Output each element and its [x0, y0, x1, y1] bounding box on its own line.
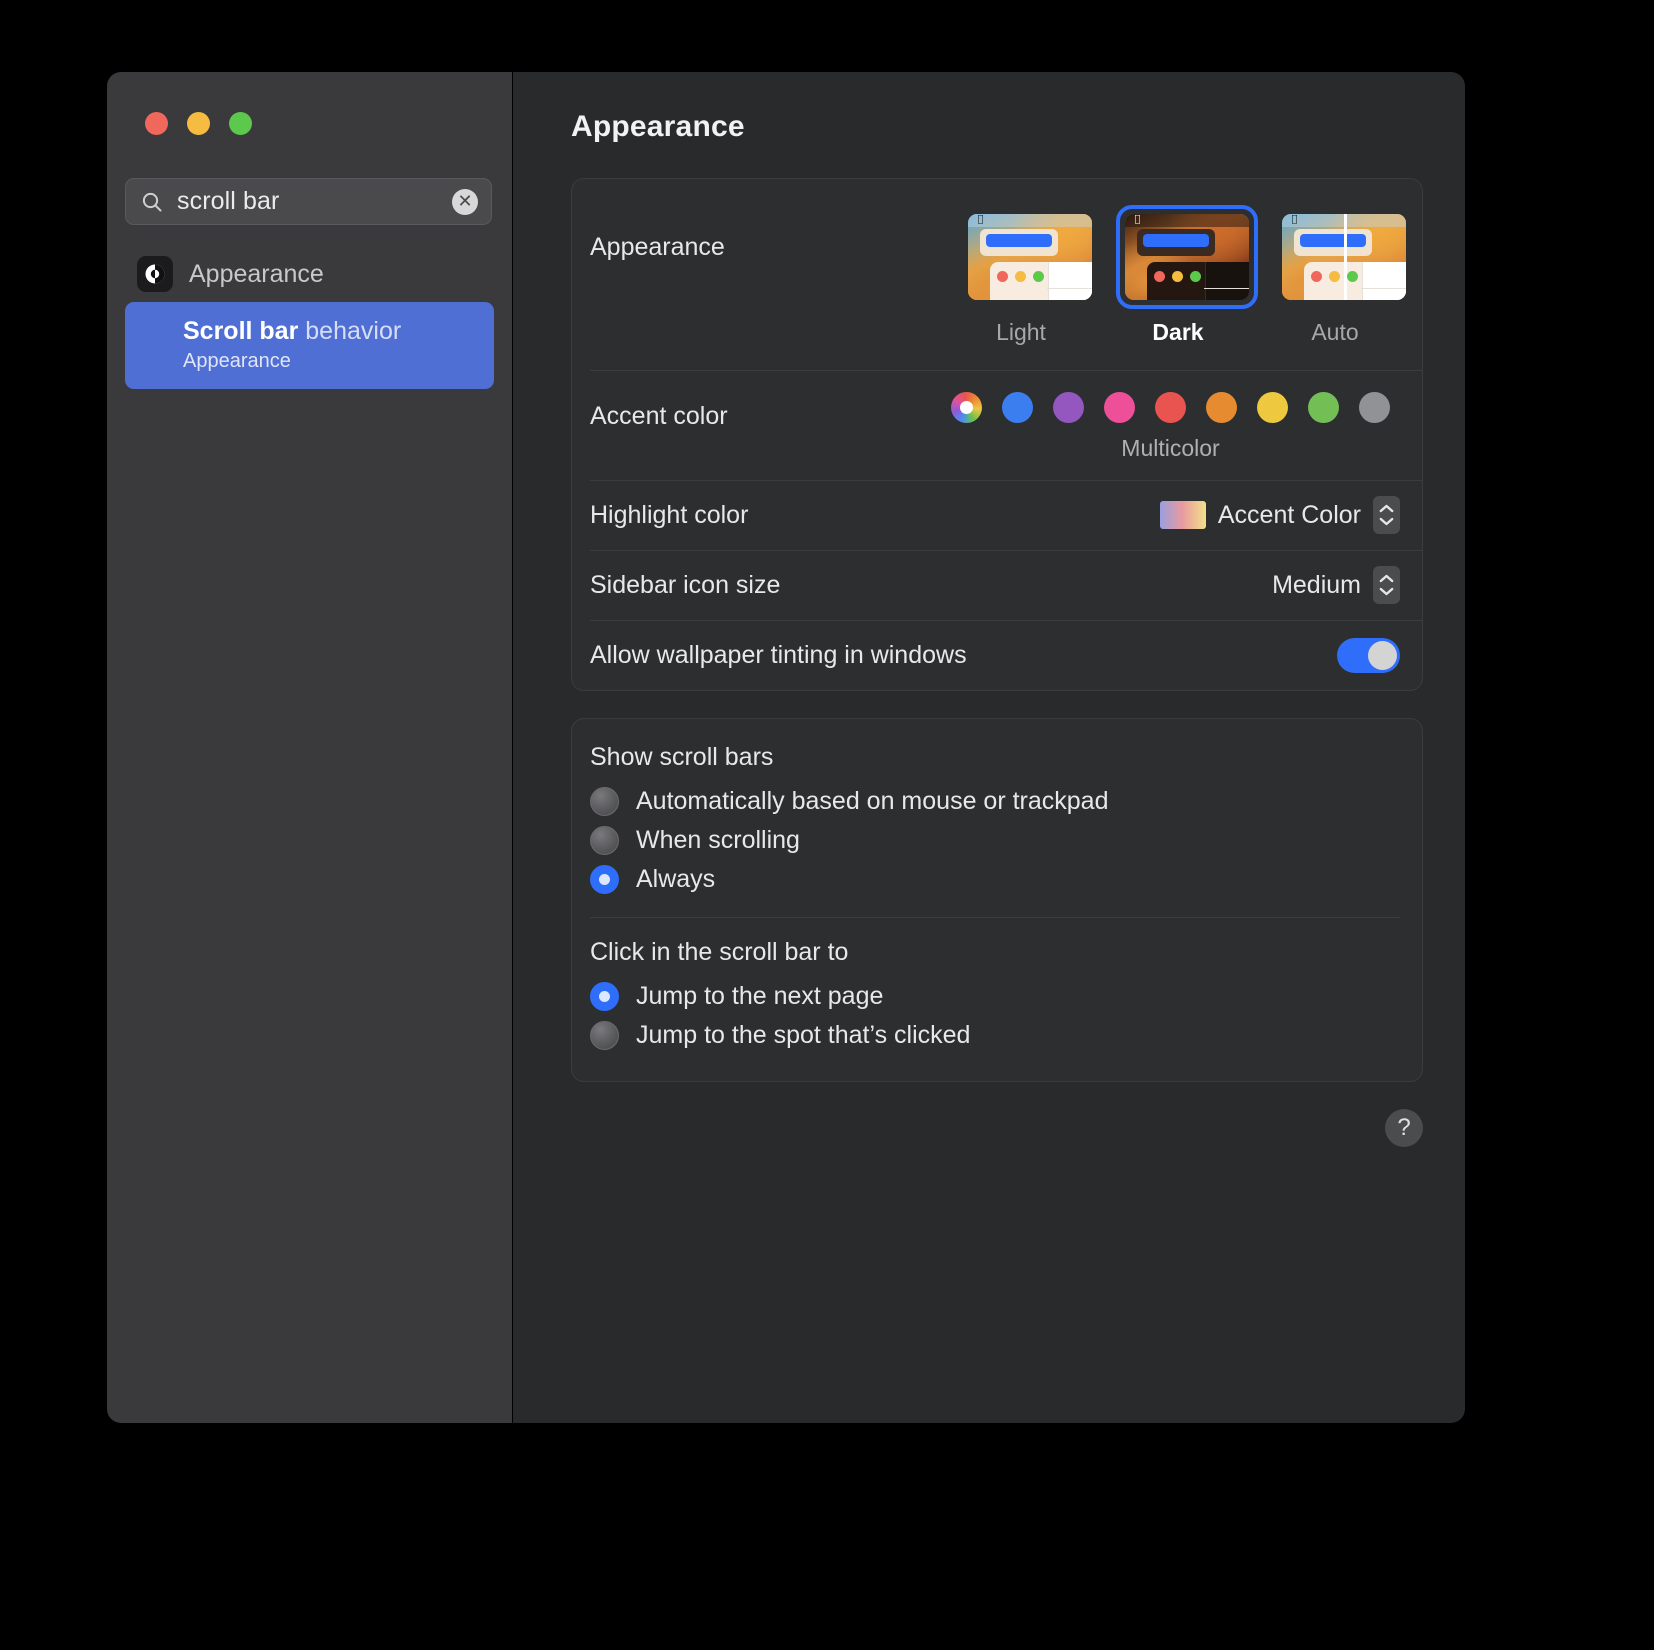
highlight-color-label: Highlight color	[590, 500, 749, 529]
result-item-title: Scroll bar behavior	[183, 316, 494, 347]
result-item-subtitle: Appearance	[183, 349, 291, 372]
accent-color-row: Accent color Multicolor	[572, 370, 1422, 480]
radio-row-jump-spot-clicked[interactable]: Jump to the spot that’s clicked	[590, 1016, 1400, 1055]
appearance-app-icon	[137, 256, 173, 292]
theme-thumb-auto:  	[1282, 214, 1406, 300]
highlight-color-stepper[interactable]	[1373, 496, 1400, 534]
content-pane: Appearance Appearance 	[513, 72, 1465, 1423]
chevron-down-icon	[1379, 587, 1394, 596]
appearance-theme-label: Appearance	[590, 233, 725, 261]
accent-swatch-red[interactable]	[1155, 392, 1186, 423]
theme-thumb-light-frame: 	[959, 205, 1101, 309]
accent-swatch-green[interactable]	[1308, 392, 1339, 423]
search-input[interactable]: scroll bar	[177, 189, 452, 214]
highlight-color-value: Accent Color	[1217, 500, 1361, 529]
radio-label-jump-spot-clicked: Jump to the spot that’s clicked	[636, 1021, 971, 1049]
search-field[interactable]: scroll bar ✕	[125, 178, 492, 225]
settings-window: scroll bar ✕ Appearance Scroll bar behav…	[107, 72, 1465, 1423]
radio-always[interactable]	[590, 865, 619, 894]
theme-option-dark[interactable]:  Dark	[1116, 205, 1258, 346]
sidebar-item-scroll-bar-behavior[interactable]: Scroll bar behavior Appearance	[125, 302, 494, 389]
theme-thumb-dark-frame: 	[1116, 205, 1258, 309]
accent-swatch-multicolor[interactable]	[951, 392, 982, 423]
result-item-title-match: Scroll bar	[183, 317, 299, 345]
radio-label-jump-next-page: Jump to the next page	[636, 982, 884, 1010]
radio-jump-spot-clicked[interactable]	[590, 1021, 619, 1050]
sidebar-icon-size-row: Sidebar icon size Medium	[572, 550, 1422, 620]
click-scroll-bar-title: Click in the scroll bar to	[590, 938, 849, 966]
highlight-color-swatch	[1159, 501, 1206, 529]
theme-thumb-light: 	[968, 214, 1092, 300]
radio-row-always[interactable]: Always	[590, 860, 1400, 899]
radio-label-automatically: Automatically based on mouse or trackpad	[636, 787, 1109, 815]
accent-swatches-wrap: Multicolor	[951, 392, 1400, 462]
radio-label-always: Always	[636, 865, 716, 893]
theme-caption-auto: Auto	[1311, 319, 1359, 345]
search-icon	[140, 190, 164, 214]
chevron-down-icon	[1379, 517, 1394, 526]
wallpaper-tinting-control[interactable]	[1337, 637, 1400, 673]
show-scroll-bars-title: Show scroll bars	[590, 743, 774, 771]
result-group-label: Appearance	[189, 259, 324, 288]
accent-swatches	[951, 392, 1390, 423]
result-group-appearance[interactable]: Appearance	[125, 249, 494, 299]
accent-swatch-graphite[interactable]	[1359, 392, 1390, 423]
search-results: Appearance Scroll bar behavior Appearanc…	[107, 249, 512, 389]
zoom-button[interactable]	[229, 112, 252, 135]
appearance-theme-row: Appearance 	[572, 179, 1422, 370]
sidebar-icon-size-value: Medium	[1272, 570, 1361, 599]
accent-swatch-orange[interactable]	[1206, 392, 1237, 423]
result-item-title-rest: behavior	[298, 317, 402, 345]
accent-swatch-yellow[interactable]	[1257, 392, 1288, 423]
theme-caption-dark: Dark	[1152, 319, 1204, 345]
wallpaper-tinting-row: Allow wallpaper tinting in windows	[572, 620, 1422, 690]
radio-when-scrolling[interactable]	[590, 826, 619, 855]
scroll-bar-settings-card: Show scroll bars Automatically based on …	[571, 718, 1423, 1082]
wallpaper-tinting-toggle[interactable]	[1337, 637, 1400, 673]
page-title: Appearance	[571, 110, 745, 143]
theme-option-auto[interactable]:  	[1273, 205, 1406, 346]
radio-row-automatically[interactable]: Automatically based on mouse or trackpad	[590, 782, 1400, 821]
theme-thumb-auto-frame:  	[1273, 205, 1415, 309]
minimize-button[interactable]	[187, 112, 210, 135]
theme-thumb-dark: 	[1125, 214, 1249, 300]
sidebar: scroll bar ✕ Appearance Scroll bar behav…	[107, 72, 513, 1423]
accent-swatch-pink[interactable]	[1104, 392, 1135, 423]
theme-options:  Light	[959, 205, 1406, 346]
wallpaper-tinting-label: Allow wallpaper tinting in windows	[590, 640, 967, 669]
theme-option-light[interactable]:  Light	[959, 205, 1092, 346]
chevron-up-icon	[1379, 504, 1394, 513]
chevron-up-icon	[1379, 574, 1394, 583]
radio-row-jump-next-page[interactable]: Jump to the next page	[590, 977, 1400, 1016]
accent-color-caption: Multicolor	[1121, 435, 1220, 461]
radio-row-when-scrolling[interactable]: When scrolling	[590, 821, 1400, 860]
highlight-color-row: Highlight color Accent Color	[572, 480, 1422, 550]
sidebar-icon-size-stepper[interactable]	[1373, 566, 1400, 604]
accent-swatch-blue[interactable]	[1002, 392, 1033, 423]
accent-color-label: Accent color	[590, 402, 728, 430]
section-divider	[590, 917, 1400, 918]
help-button[interactable]: ?	[1385, 1109, 1423, 1147]
clear-search-icon[interactable]: ✕	[452, 188, 478, 215]
appearance-settings-card: Appearance 	[571, 178, 1423, 691]
sidebar-icon-size-label: Sidebar icon size	[590, 570, 781, 599]
toggle-knob	[1368, 640, 1397, 670]
radio-jump-next-page[interactable]	[590, 982, 619, 1011]
radio-label-when-scrolling: When scrolling	[636, 826, 800, 854]
close-button[interactable]	[145, 112, 168, 135]
highlight-color-control[interactable]: Accent Color	[1159, 496, 1400, 534]
sidebar-icon-size-control[interactable]: Medium	[1272, 566, 1400, 604]
theme-caption-light: Light	[996, 319, 1046, 345]
accent-swatch-purple[interactable]	[1053, 392, 1084, 423]
window-controls	[107, 72, 512, 135]
radio-automatically[interactable]	[590, 787, 619, 816]
